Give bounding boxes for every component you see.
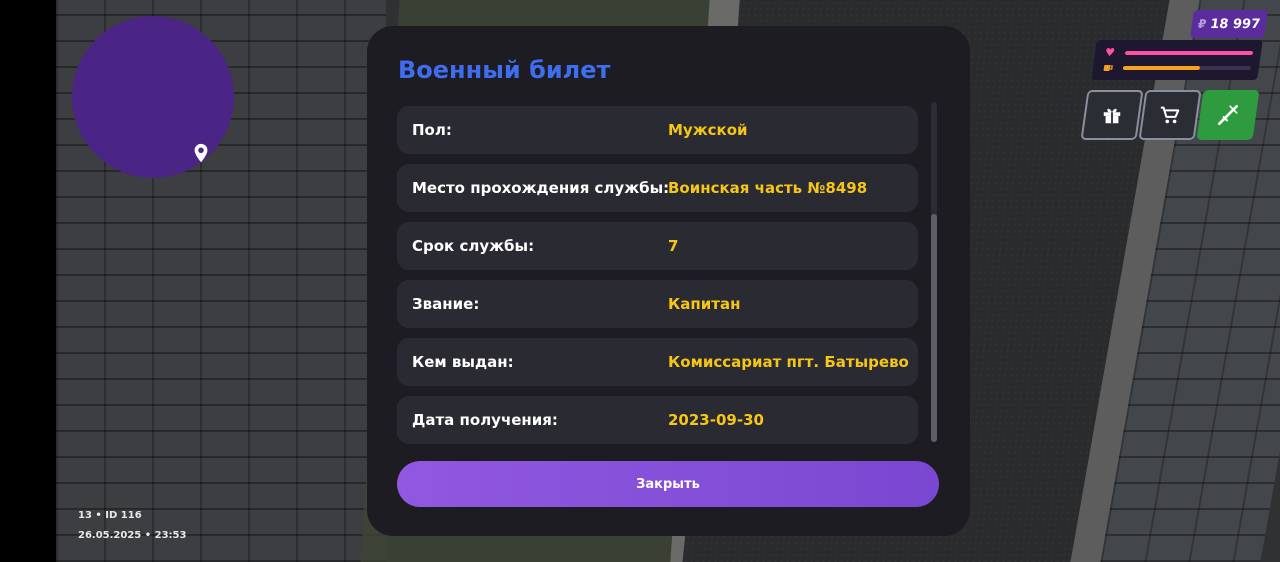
location-pin-icon xyxy=(190,142,212,164)
scrollbar[interactable] xyxy=(931,102,937,442)
player-info: 13 • ID 116 26.05.2025 • 23:53 xyxy=(78,506,186,546)
dialog-title: Военный билет xyxy=(398,56,611,84)
ruble-icon: ₽ xyxy=(1196,17,1208,31)
row-label: Пол: xyxy=(412,121,452,139)
weapon-button[interactable] xyxy=(1196,90,1260,140)
row-value: 7 xyxy=(668,237,679,255)
row-label: Кем выдан: xyxy=(412,353,514,371)
row-label: Звание: xyxy=(412,295,480,313)
heart-icon: ♥ xyxy=(1104,46,1116,59)
shop-button[interactable] xyxy=(1138,90,1202,140)
coffee-icon xyxy=(1102,63,1115,73)
weapon-icon xyxy=(1217,104,1239,126)
row-value: Комиссариат пгт. Батырево xyxy=(668,353,909,371)
row-value: Капитан xyxy=(668,295,741,313)
hunger-row xyxy=(1102,63,1252,73)
hunger-bar xyxy=(1122,66,1252,70)
letterbox-bar xyxy=(0,0,56,562)
row-value: Воинская часть №8498 xyxy=(668,179,868,197)
hunger-bar-fill xyxy=(1122,66,1200,70)
money-amount: 18 997 xyxy=(1209,16,1262,32)
info-row-issued-by: Кем выдан: Комиссариат пгт. Батырево xyxy=(397,338,918,386)
info-row-gender: Пол: Мужской xyxy=(397,106,918,154)
gift-icon xyxy=(1103,108,1121,124)
row-label: Срок службы: xyxy=(412,237,535,255)
health-bar xyxy=(1124,51,1254,55)
cart-icon xyxy=(1160,106,1180,124)
player-id-line: 13 • ID 116 xyxy=(78,510,142,521)
health-bar-fill xyxy=(1124,51,1254,55)
info-list: Пол: Мужской Место прохождения службы: В… xyxy=(397,106,918,454)
close-button[interactable]: Закрыть xyxy=(397,461,939,507)
military-id-dialog: Военный билет Пол: Мужской Место прохожд… xyxy=(367,26,970,536)
info-row-issue-date: Дата получения: 2023-09-30 xyxy=(397,396,918,444)
row-label: Дата получения: xyxy=(412,411,558,429)
info-row-service-place: Место прохождения службы: Воинская часть… xyxy=(397,164,918,212)
row-value: Мужской xyxy=(668,121,748,139)
row-label: Место прохождения службы: xyxy=(412,179,670,197)
money-badge: ₽ 18 997 xyxy=(1190,10,1268,38)
health-row: ♥ xyxy=(1104,46,1254,59)
datetime-line: 26.05.2025 • 23:53 xyxy=(78,530,187,541)
status-bars: ♥ xyxy=(1091,40,1263,80)
row-value: 2023-09-30 xyxy=(668,411,764,429)
info-row-rank: Звание: Капитан xyxy=(397,280,918,328)
info-row-service-term: Срок службы: 7 xyxy=(397,222,918,270)
gift-button[interactable] xyxy=(1080,90,1144,140)
scrollbar-thumb[interactable] xyxy=(931,214,937,442)
